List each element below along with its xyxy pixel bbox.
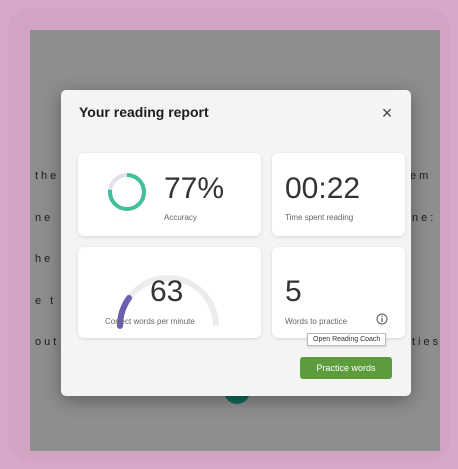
background-text: ne bbox=[35, 212, 54, 224]
background-text: ties bbox=[412, 336, 442, 348]
background-text: ne: bbox=[412, 212, 437, 224]
background-text: e t bbox=[35, 295, 57, 307]
words-value: 5 bbox=[285, 275, 302, 308]
wpm-card: 63 Correct words per minute bbox=[78, 247, 261, 338]
accuracy-value: 77% bbox=[164, 172, 225, 205]
accuracy-label: Accuracy bbox=[164, 213, 197, 222]
background-text: the bbox=[35, 170, 60, 182]
dialog-title: Your reading report bbox=[79, 104, 209, 120]
open-reading-coach-tooltip: Open Reading Coach bbox=[307, 333, 387, 346]
wpm-label: Correct words per minute bbox=[105, 317, 195, 326]
time-label: Time spent reading bbox=[285, 213, 354, 222]
accuracy-ring bbox=[108, 173, 146, 211]
background-text: em bbox=[410, 170, 432, 182]
close-button[interactable]: × bbox=[377, 103, 397, 123]
info-icon[interactable] bbox=[376, 313, 388, 325]
accuracy-card: 77% Accuracy bbox=[78, 153, 261, 236]
background-text: out bbox=[35, 336, 60, 348]
background-text: he bbox=[35, 253, 54, 265]
words-card: 5 Words to practice bbox=[272, 247, 405, 338]
wpm-value: 63 bbox=[150, 275, 184, 308]
reading-report-dialog: Your reading report × 77% Accuracy 00:22… bbox=[61, 90, 411, 396]
practice-words-button[interactable]: Practice words bbox=[300, 357, 392, 379]
words-label: Words to practice bbox=[285, 317, 348, 326]
time-value: 00:22 bbox=[285, 172, 361, 205]
time-card: 00:22 Time spent reading bbox=[272, 153, 405, 236]
